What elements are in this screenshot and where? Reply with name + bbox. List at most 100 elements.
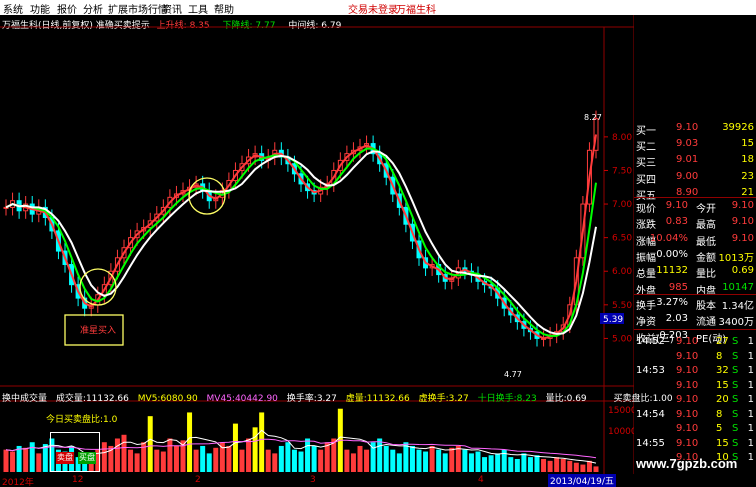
volume-bar xyxy=(154,449,160,472)
volume-bar xyxy=(567,460,573,472)
tick-side: S xyxy=(732,408,739,420)
mv5-label: MV5: xyxy=(137,394,161,404)
tick-count: 1 xyxy=(747,379,754,391)
date-label: 2012年 xyxy=(2,478,34,487)
vol-value: 11132.66 xyxy=(85,394,129,404)
volume-bar xyxy=(350,453,356,472)
volume-bar xyxy=(344,449,350,472)
quote-value: 3400万 xyxy=(718,317,754,329)
tick-volume: 27 xyxy=(716,336,729,347)
tick-time: 14:52 xyxy=(636,336,665,347)
quote-value: 0.00% xyxy=(656,248,688,260)
quote-row: 总量 11132 量比 0.69 xyxy=(636,265,754,280)
volume-bar xyxy=(527,457,533,472)
order-book-row[interactable]: 买一 9.10 39926 xyxy=(636,122,754,137)
quote-panel: 买一9.1039926买二9.0315买三9.0118买四9.0023买五8.9… xyxy=(634,116,756,463)
panel-divider xyxy=(634,329,756,330)
price-axis-tick: 6.50 xyxy=(612,234,632,244)
volume-bar xyxy=(508,457,514,472)
tick-row: 14:55 9.10 15 S 1 xyxy=(636,438,754,451)
quote-label: 现价 xyxy=(636,204,656,215)
mv45-label: MV45: xyxy=(206,394,235,404)
volume-bar xyxy=(305,438,311,472)
quote-value: 9.10 xyxy=(731,216,754,228)
quote-label: 涨跌 xyxy=(636,220,656,232)
volume-bar xyxy=(396,453,402,472)
volume-bar xyxy=(193,449,199,472)
price-axis-tick: 6.00 xyxy=(612,267,632,277)
volume-bar xyxy=(495,453,501,472)
tick-count: 1 xyxy=(747,336,754,347)
vol-axis-tick: 10000 xyxy=(608,427,634,437)
volume-bar xyxy=(560,458,566,472)
volume-bar xyxy=(390,449,396,472)
tick-side: S xyxy=(732,437,739,449)
volume-bar xyxy=(442,453,448,472)
order-book-price: 9.10 xyxy=(676,122,699,133)
quote-label: 换手 xyxy=(636,301,656,312)
tick-side: S xyxy=(732,350,739,362)
tick-count: 1 xyxy=(747,350,754,362)
volume-bar xyxy=(423,451,429,472)
volume-bar xyxy=(514,458,520,472)
quote-value: 10147 xyxy=(722,281,754,293)
order-book-row[interactable]: 买四 9.00 23 xyxy=(636,170,754,186)
tick-volume: 20 xyxy=(716,394,729,405)
order-book-price: 9.00 xyxy=(676,170,699,182)
volume-bar xyxy=(285,442,291,472)
volume-bar xyxy=(232,423,238,472)
current-date: 2013/04/19/五 xyxy=(548,474,616,487)
volume-indicator-name: 换中成交量 xyxy=(2,394,48,404)
mv5-value: 6080.90 xyxy=(160,394,198,404)
volume-bar xyxy=(573,462,579,472)
tick-price: 9.10 xyxy=(676,336,699,347)
tick-row: 9.10 15 S 1 xyxy=(636,380,754,393)
volume-bar xyxy=(318,449,324,472)
quote-row: 振幅 0.00% 金额 1013万 xyxy=(636,248,754,264)
tick-price: 9.10 xyxy=(676,379,699,391)
volume-bar xyxy=(534,455,540,472)
quote-label: 今开 xyxy=(696,204,716,215)
volume-bar xyxy=(324,442,330,472)
volume-bar xyxy=(23,447,29,472)
tick-price: 9.10 xyxy=(676,408,699,420)
price-axis-tick: 7.50 xyxy=(612,166,632,176)
buy-button[interactable]: 买盘 xyxy=(78,452,96,464)
volume-bar xyxy=(213,447,219,472)
volume-bar xyxy=(364,449,370,472)
tick-row: 9.10 8 S 1 xyxy=(636,351,754,364)
volume-bar xyxy=(541,458,547,472)
tick-count: 1 xyxy=(747,365,754,376)
volume-bar xyxy=(593,466,599,472)
volume-bar xyxy=(200,445,206,472)
tick-price: 9.10 xyxy=(676,350,699,362)
price-axis-tick: 5.50 xyxy=(612,301,632,311)
tick-count: 1 xyxy=(747,408,754,420)
volume-bar xyxy=(521,453,527,472)
tick-volume: 8 xyxy=(716,350,723,362)
volume-bar xyxy=(482,457,488,472)
order-book-label: 买四 xyxy=(636,174,656,186)
volume-bar xyxy=(265,449,271,472)
volume-bar xyxy=(10,451,16,472)
quote-label: 金额 xyxy=(696,252,716,264)
vol-axis-tick: 15000 xyxy=(608,406,634,416)
order-book-row[interactable]: 买三 9.01 18 xyxy=(636,154,754,169)
volume-bar xyxy=(377,438,383,472)
quote-value: 1.34亿 xyxy=(721,301,754,312)
order-book-row[interactable]: 买二 9.03 15 xyxy=(636,138,754,153)
volume-bar xyxy=(147,416,153,472)
date-label: 2 xyxy=(195,475,201,485)
sell-button[interactable]: 卖盘 xyxy=(56,452,74,464)
volume-bar xyxy=(580,464,586,472)
tick-count: 1 xyxy=(747,394,754,405)
order-book-price: 9.03 xyxy=(676,138,699,150)
volume-bar xyxy=(547,460,553,472)
vol2-label: 虚量: xyxy=(345,394,367,404)
volume-bar xyxy=(554,457,560,472)
order-book-volume: 15 xyxy=(741,138,754,150)
panel-divider xyxy=(634,294,756,295)
tick-row: 14:53 9.10 32 S 1 xyxy=(636,365,754,378)
today-ratio: 今日买卖盘比:1.0 xyxy=(46,412,117,425)
date-label: 4 xyxy=(478,475,484,485)
